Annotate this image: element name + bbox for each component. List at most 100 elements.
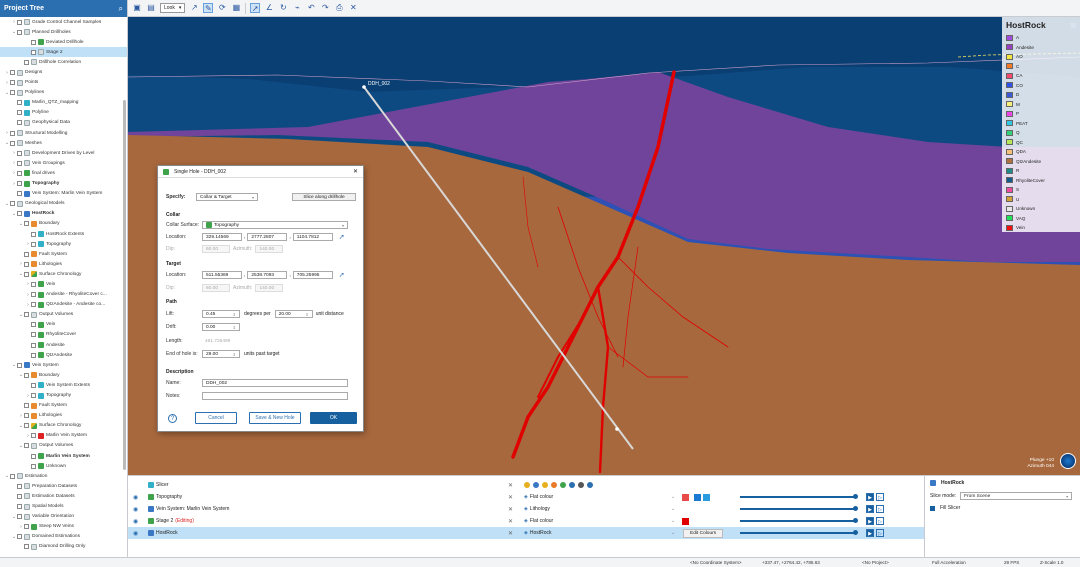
opacity-slider[interactable]	[740, 518, 858, 523]
step-icon[interactable]: ▷	[876, 517, 884, 525]
tree-item[interactable]: ⌄ Domained Estimations	[0, 532, 127, 542]
tree-item[interactable]: › Structural Modelling	[0, 128, 127, 138]
view-icon[interactable]: ▣	[132, 3, 142, 13]
tree-item[interactable]: ⌄ Boundary	[0, 370, 127, 380]
visibility-checkbox[interactable]	[17, 191, 22, 197]
chevron-down-icon[interactable]: ⌄	[671, 530, 675, 536]
drift-input[interactable]: 0.00 ⇕	[202, 323, 240, 331]
visibility-checkbox[interactable]	[24, 251, 29, 257]
tree-item[interactable]: Vein System Extents	[0, 380, 127, 390]
search-icon[interactable]: ⌕	[119, 4, 123, 13]
visibility-checkbox[interactable]	[17, 120, 22, 126]
tree-item[interactable]: › Marlin Vein System	[0, 431, 127, 441]
edit-colours-button[interactable]: Edit Colours	[683, 528, 724, 538]
tree-item[interactable]: Stage 2	[0, 47, 127, 58]
tree-item[interactable]: Preparation Datasets	[0, 481, 127, 491]
visibility-checkbox[interactable]	[10, 201, 15, 207]
slider-knob[interactable]	[853, 494, 858, 499]
visibility-checkbox[interactable]	[17, 19, 22, 25]
visibility-checkbox[interactable]	[31, 453, 36, 459]
visibility-checkbox[interactable]	[31, 352, 36, 358]
remove-icon[interactable]: ✕	[508, 506, 513, 513]
visibility-checkbox[interactable]	[31, 393, 36, 399]
visibility-checkbox[interactable]	[17, 160, 22, 166]
close-icon[interactable]: ✕	[353, 168, 358, 175]
scene-view[interactable]: DDH_002 ◙ Plunge +10 Azimuth 044 HostRoc…	[128, 17, 1080, 475]
colour-swatch[interactable]	[682, 517, 689, 525]
redo-icon[interactable]: ↷	[320, 3, 330, 13]
tree-item[interactable]: Fault System	[0, 401, 127, 411]
slicer-tool-icon[interactable]	[533, 482, 539, 488]
tree-item[interactable]: Geophysical Data	[0, 118, 127, 128]
visibility-checkbox[interactable]	[24, 524, 29, 530]
tree-item[interactable]: ⌄ HostRock	[0, 209, 127, 219]
visibility-checkbox[interactable]	[17, 170, 22, 176]
visibility-checkbox[interactable]	[31, 302, 36, 308]
target-azimuth-input[interactable]: 140.00	[255, 284, 284, 292]
eye-icon[interactable]: ◉	[133, 506, 138, 513]
slider-knob[interactable]	[853, 506, 858, 511]
tree-item[interactable]: › QtzAndesite - Andesite co...	[0, 300, 127, 310]
refresh-icon[interactable]: ↻	[278, 3, 288, 13]
shape-list-row[interactable]: ◉ Vein System: Marlin Vein System ✕ ◈ Lithol…	[128, 503, 924, 515]
visibility-checkbox[interactable]	[24, 423, 29, 429]
visibility-checkbox[interactable]	[31, 382, 36, 388]
tree-item[interactable]: › Andesite - RhyoliteCover c...	[0, 290, 127, 300]
tree-item[interactable]: ⌄ Surface Chronology	[0, 421, 127, 431]
visibility-checkbox[interactable]	[17, 150, 22, 156]
chevron-down-icon[interactable]: ⌄	[671, 506, 675, 512]
tree-item[interactable]: ⌄ Surface Chronology	[0, 269, 127, 279]
tree-item[interactable]: Fault System	[0, 249, 127, 259]
tree-item[interactable]: ⌄ Geological Models	[0, 199, 127, 209]
tree-item[interactable]: Drillhole Correlation	[0, 57, 127, 67]
colour-mode[interactable]: ◈ Flat colour	[524, 518, 553, 524]
colour-swatch[interactable]	[682, 493, 689, 501]
visibility-checkbox[interactable]	[24, 271, 29, 277]
collar-azimuth-input[interactable]: 140.00	[255, 245, 284, 253]
visibility-checkbox[interactable]	[31, 322, 36, 328]
tree-item[interactable]: Vein System: Marlin Vein System	[0, 189, 127, 199]
tree-item[interactable]: Spatial Models	[0, 502, 127, 512]
spinner-icon[interactable]: ⇕	[233, 325, 236, 330]
end-of-hole-input[interactable]: 29.00 ⇕	[202, 350, 240, 358]
collar-surface-dropdown[interactable]: Topography ▾	[202, 221, 348, 229]
shape-list-row[interactable]: Slicer ✕	[128, 479, 924, 491]
select-icon[interactable]: ➚	[250, 3, 261, 13]
visibility-checkbox[interactable]	[31, 292, 36, 298]
visibility-checkbox[interactable]	[10, 140, 15, 146]
save-new-hole-button[interactable]: Save & New Hole	[249, 412, 301, 424]
eye-icon[interactable]: ◉	[133, 494, 138, 501]
target-z-input[interactable]: 705.25995	[292, 271, 333, 279]
look-dropdown[interactable]: Look ▾	[160, 3, 186, 13]
visibility-checkbox[interactable]	[17, 181, 22, 187]
visibility-checkbox[interactable]	[24, 312, 29, 318]
tree-item[interactable]: Marlin_QTZ_mapping	[0, 98, 127, 108]
tree-item[interactable]: › Development Drives by Level	[0, 148, 127, 158]
opacity-slider[interactable]	[740, 530, 858, 535]
visibility-checkbox[interactable]	[10, 80, 15, 86]
tree-item[interactable]: Polyline	[0, 108, 127, 118]
tree-item[interactable]: Marlin Vein System	[0, 451, 127, 461]
slicer-tool-icon[interactable]	[560, 482, 566, 488]
rotate-icon[interactable]: ⟳	[217, 3, 227, 13]
colour-mode[interactable]: ◈ Flat colour	[524, 494, 553, 500]
visibility-checkbox[interactable]	[31, 342, 36, 348]
grid-icon[interactable]: ▦	[231, 3, 241, 13]
step-icon[interactable]: ▷	[876, 493, 884, 501]
step-icon[interactable]: ▷	[876, 505, 884, 513]
tree-item[interactable]: › Topography	[0, 179, 127, 189]
tree-item[interactable]: Deviated Drillhole	[0, 37, 127, 47]
visibility-checkbox[interactable]	[24, 221, 29, 227]
tree-item[interactable]: › Topography	[0, 239, 127, 249]
tree-item[interactable]: Estimation Datasets	[0, 491, 127, 501]
tree-item[interactable]: ⌄ Planned Drillholes	[0, 27, 127, 37]
notes-input[interactable]	[202, 392, 348, 400]
tree-item[interactable]: › Vein	[0, 279, 127, 289]
target-y-input[interactable]: 2538.7093	[247, 271, 288, 279]
tree-item[interactable]: RhyoliteCover	[0, 330, 127, 340]
target-point[interactable]	[615, 427, 619, 431]
pick-cursor-icon[interactable]: ➚	[339, 233, 345, 241]
visibility-checkbox[interactable]	[17, 534, 22, 540]
shape-list-row[interactable]: ◉ Topography ✕ ◈ Flat colour ⌄ ▶ ▷	[128, 491, 924, 503]
tree-item[interactable]: Diamond Drilling Only	[0, 542, 127, 552]
